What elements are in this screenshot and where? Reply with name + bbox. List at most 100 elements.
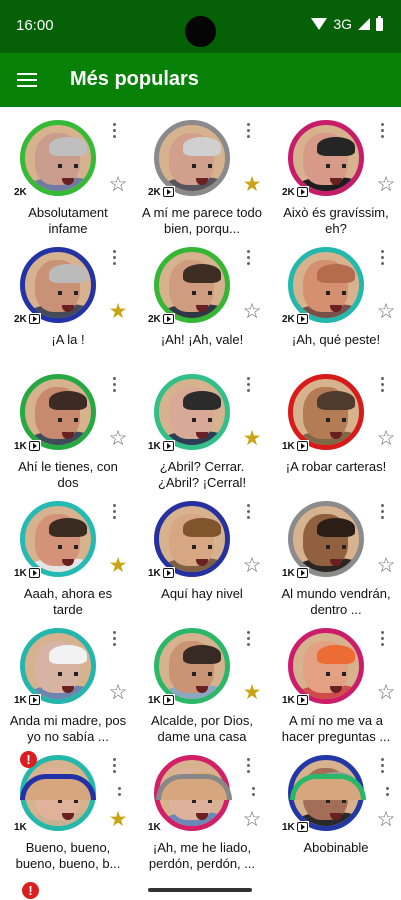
portrait-face <box>169 133 221 185</box>
favorite-star-icon[interactable]: ☆ <box>242 809 262 830</box>
sound-item[interactable]: 1K ★ Bueno, bueno, bueno, bueno, b... ! <box>0 742 134 871</box>
sound-item[interactable]: 2K ☆ ¡Ah, qué peste! <box>268 234 401 361</box>
favorite-star-icon[interactable]: ★ <box>242 428 262 449</box>
sound-label: A mí no me va a hacer preguntas ... <box>281 713 391 744</box>
favorite-star-icon[interactable]: ☆ <box>376 428 396 449</box>
more-options-icon[interactable] <box>246 250 252 268</box>
sound-avatar[interactable] <box>20 374 96 450</box>
more-options-icon[interactable] <box>246 377 252 395</box>
sound-item[interactable]: 2K ☆ ¡Ah! ¡Ah, vale! <box>134 234 268 361</box>
play-count-badge: 1K <box>146 694 175 706</box>
sound-item[interactable]: 1K ☆ Anda mi madre, pos yo no sabía ... <box>0 615 134 744</box>
sound-label: Anda mi madre, pos yo no sabía ... <box>9 713 127 744</box>
portrait-eyes <box>58 672 78 676</box>
favorite-star-icon[interactable]: ☆ <box>376 301 396 322</box>
favorite-star-icon[interactable]: ★ <box>242 682 262 703</box>
play-count: 1K <box>282 821 295 833</box>
more-options-icon[interactable] <box>246 504 252 522</box>
sound-label: Alcalde, por Dios, dame una casa <box>151 713 253 744</box>
favorite-star-icon[interactable]: ☆ <box>108 428 128 449</box>
more-options-icon[interactable] <box>380 504 386 522</box>
more-options-icon[interactable] <box>112 377 118 395</box>
sound-label: Ahí le tienes, con dos <box>18 459 118 490</box>
sound-label: Bueno, bueno, bueno, bueno, b... <box>15 840 121 871</box>
portrait-eyes <box>326 418 346 422</box>
video-icon <box>296 695 308 705</box>
sound-avatar[interactable] <box>20 628 96 704</box>
video-icon <box>28 568 40 578</box>
sound-avatar[interactable] <box>20 120 96 196</box>
more-options-icon[interactable] <box>246 758 252 776</box>
more-options-icon[interactable] <box>117 787 123 800</box>
more-options-icon[interactable] <box>380 377 386 395</box>
sound-avatar[interactable] <box>288 120 364 196</box>
play-count-badge: 2K <box>280 186 309 198</box>
more-options-icon[interactable] <box>246 631 252 649</box>
favorite-star-icon[interactable]: ☆ <box>108 174 128 195</box>
sound-item[interactable]: 1K ☆ Ahí le tienes, con dos <box>0 361 134 490</box>
more-options-icon[interactable] <box>380 250 386 268</box>
play-count: 2K <box>14 313 27 325</box>
more-options-icon[interactable] <box>112 123 118 141</box>
sound-avatar[interactable] <box>288 628 364 704</box>
front-camera <box>185 16 216 47</box>
home-indicator[interactable] <box>148 888 252 892</box>
play-count: 1K <box>282 440 295 452</box>
more-options-icon[interactable] <box>251 787 257 800</box>
sound-item[interactable]: 2K ☆ Això és gravíssim, eh? <box>268 107 401 236</box>
more-options-icon[interactable] <box>380 123 386 141</box>
portrait-eyes <box>58 291 78 295</box>
more-options-icon[interactable] <box>380 631 386 649</box>
sound-item[interactable]: 1K ☆ ¡A robar carteras! <box>268 361 401 488</box>
sound-avatar[interactable] <box>20 247 96 323</box>
favorite-star-icon[interactable]: ★ <box>108 555 128 576</box>
favorite-star-icon[interactable]: ★ <box>242 174 262 195</box>
favorite-star-icon[interactable]: ☆ <box>108 682 128 703</box>
sound-item[interactable]: 1K ☆ Abobinable <box>268 742 401 869</box>
sound-label: Absolutament infame <box>28 205 108 236</box>
sound-avatar[interactable] <box>20 501 96 577</box>
sound-avatar[interactable] <box>154 628 230 704</box>
sound-item[interactable]: 1K ☆ ¡Ah, me he liado, perdón, perdón, .… <box>134 742 268 871</box>
battery-icon <box>376 15 383 31</box>
partial-avatar-next-row[interactable] <box>290 774 366 800</box>
more-options-icon[interactable] <box>112 758 118 776</box>
menu-icon[interactable] <box>17 73 37 87</box>
sound-avatar[interactable] <box>154 247 230 323</box>
favorite-star-icon[interactable]: ☆ <box>376 555 396 576</box>
more-options-icon[interactable] <box>380 758 386 776</box>
sound-item[interactable]: 1K ★ ¿Abril? Cerrar. ¿Abril? ¡Cerral! <box>134 361 268 490</box>
sound-item[interactable]: 2K ★ A mí me parece todo bien, porqu... <box>134 107 268 236</box>
partial-avatar-next-row[interactable] <box>20 774 96 800</box>
sound-label: A mí me parece todo bien, porqu... <box>142 205 262 236</box>
favorite-star-icon[interactable]: ☆ <box>376 174 396 195</box>
sound-item[interactable]: 1K ☆ Aquí hay nivel <box>134 488 268 615</box>
more-options-icon[interactable] <box>246 123 252 141</box>
sound-avatar[interactable] <box>288 247 364 323</box>
favorite-star-icon[interactable]: ☆ <box>376 809 396 830</box>
sound-item[interactable]: 1K ★ Aaah, ahora es tarde <box>0 488 134 617</box>
favorite-star-icon[interactable]: ★ <box>108 809 128 830</box>
sound-avatar[interactable] <box>154 374 230 450</box>
sound-item[interactable]: 1K ★ Alcalde, por Dios, dame una casa <box>134 615 268 744</box>
sound-item[interactable]: 1K ☆ A mí no me va a hacer preguntas ... <box>268 615 401 744</box>
sound-avatar[interactable] <box>154 501 230 577</box>
favorite-star-icon[interactable]: ☆ <box>242 555 262 576</box>
sound-item[interactable]: 2K ☆ Absolutament infame <box>0 107 134 236</box>
favorite-star-icon[interactable]: ★ <box>108 301 128 322</box>
favorite-star-icon[interactable]: ☆ <box>376 682 396 703</box>
portrait-eyes <box>326 545 346 549</box>
sound-avatar[interactable] <box>288 374 364 450</box>
favorite-star-icon[interactable]: ☆ <box>242 301 262 322</box>
more-options-icon[interactable] <box>112 504 118 522</box>
sound-item[interactable]: 2K ★ ¡A la ! <box>0 234 134 361</box>
sound-avatar[interactable] <box>288 501 364 577</box>
sound-avatar[interactable] <box>154 120 230 196</box>
more-options-icon[interactable] <box>385 787 391 800</box>
partial-avatar-next-row[interactable] <box>156 774 232 800</box>
more-options-icon[interactable] <box>112 631 118 649</box>
video-icon <box>162 568 174 578</box>
portrait-face <box>169 260 221 312</box>
more-options-icon[interactable] <box>112 250 118 268</box>
sound-item[interactable]: 1K ☆ Al mundo vendrán, dentro ... <box>268 488 401 617</box>
